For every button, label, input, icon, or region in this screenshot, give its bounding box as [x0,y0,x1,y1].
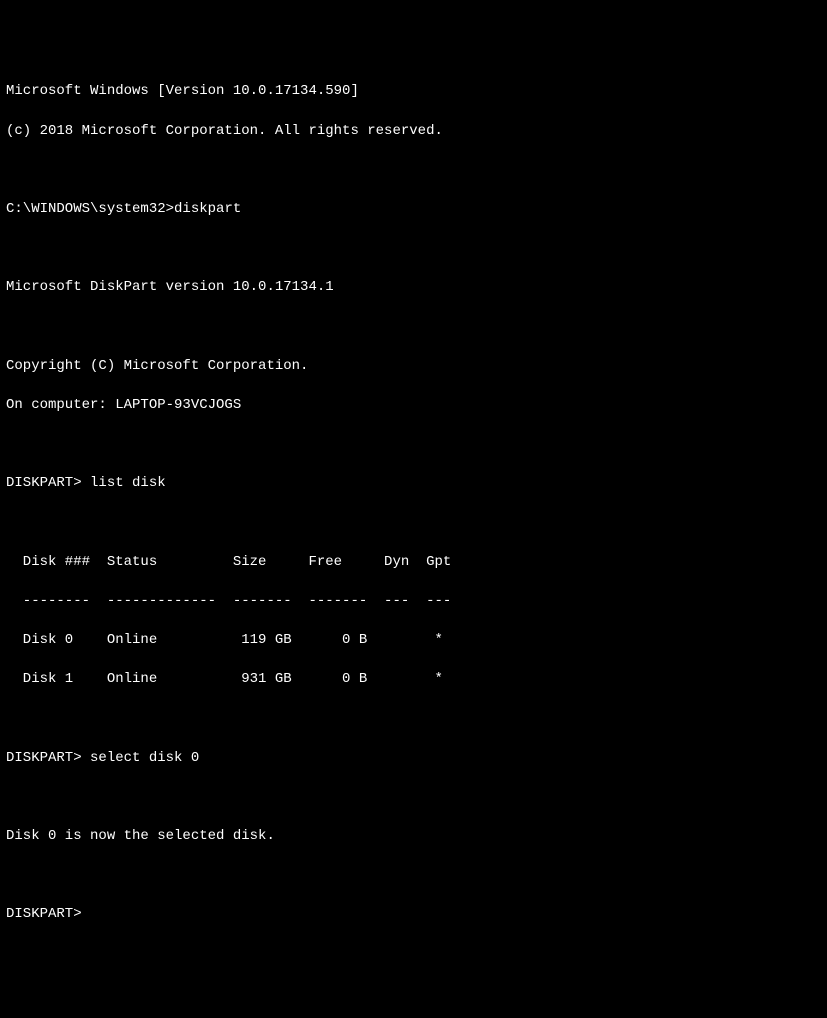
cmd-prompt-line: C:\WINDOWS\system32>diskpart [6,200,821,220]
diskpart-prompt: DISKPART> [6,475,90,491]
disk-table-header: Disk ### Status Size Free Dyn Gpt [6,553,821,573]
disk-table-row: Disk 0 Online 119 GB 0 B * [6,631,821,651]
diskpart-active-prompt[interactable]: DISKPART> [6,905,821,925]
disk-table-divider: -------- ------------- ------- ------- -… [6,592,821,612]
diskpart-prompt-line: DISKPART> list disk [6,474,821,494]
blank-line [6,161,821,181]
blank-line [6,435,821,455]
blank-line [6,513,821,533]
os-copyright-line: (c) 2018 Microsoft Corporation. All righ… [6,122,821,142]
diskpart-prompt-line: DISKPART> select disk 0 [6,749,821,769]
blank-line [6,709,821,729]
os-version-line: Microsoft Windows [Version 10.0.17134.59… [6,82,821,102]
blank-line [6,866,821,886]
diskpart-prompt: DISKPART> [6,750,90,766]
diskpart-version: Microsoft DiskPart version 10.0.17134.1 [6,278,821,298]
blank-line [6,239,821,259]
blank-line [6,788,821,808]
diskpart-response: Disk 0 is now the selected disk. [6,827,821,847]
blank-line [6,318,821,338]
diskpart-command: select disk 0 [90,750,199,766]
diskpart-prompt: DISKPART> [6,906,90,922]
diskpart-computer: On computer: LAPTOP-93VCJOGS [6,396,821,416]
cmd-command: diskpart [174,201,241,217]
diskpart-command: list disk [90,475,166,491]
diskpart-copyright: Copyright (C) Microsoft Corporation. [6,357,821,377]
cmd-prompt-path: C:\WINDOWS\system32> [6,201,174,217]
disk-table-row: Disk 1 Online 931 GB 0 B * [6,670,821,690]
